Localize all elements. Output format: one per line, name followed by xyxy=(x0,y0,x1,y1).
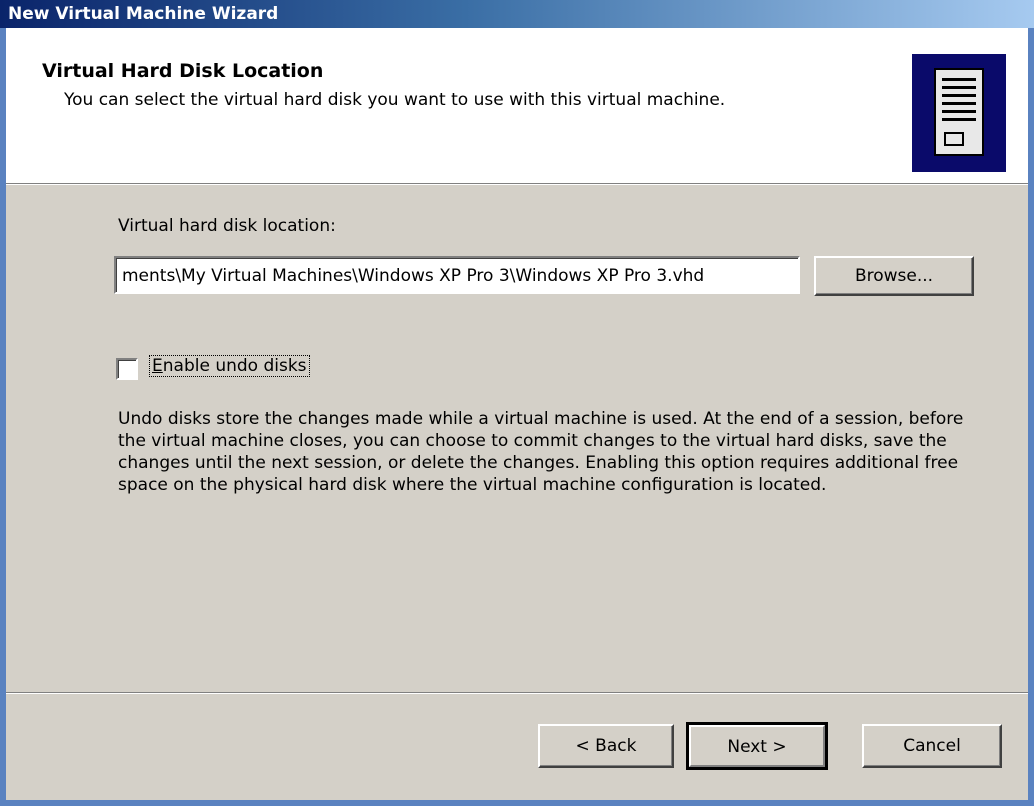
back-button[interactable]: < Back xyxy=(538,724,674,768)
next-button[interactable]: Next > xyxy=(686,722,828,770)
enable-undo-disks-label[interactable]: Enable undo disks xyxy=(149,355,310,377)
page-subtitle: You can select the virtual hard disk you… xyxy=(64,90,726,110)
title-bar[interactable]: New Virtual Machine Wizard xyxy=(0,0,1034,28)
cancel-button[interactable]: Cancel xyxy=(862,724,1002,768)
footer-divider-highlight xyxy=(6,693,1028,694)
page-title: Virtual Hard Disk Location xyxy=(42,60,324,82)
disk-location-input[interactable]: ments\My Virtual Machines\Windows XP Pro… xyxy=(114,256,800,294)
window-title: New Virtual Machine Wizard xyxy=(8,4,279,24)
next-button-label: Next > xyxy=(727,737,787,757)
enable-undo-disks-checkbox[interactable] xyxy=(116,358,138,380)
location-label: Virtual hard disk location: xyxy=(118,216,336,236)
browse-button[interactable]: Browse... xyxy=(814,256,974,296)
undo-disks-description: Undo disks store the changes made while … xyxy=(118,409,964,495)
server-tower-icon xyxy=(912,54,1006,172)
